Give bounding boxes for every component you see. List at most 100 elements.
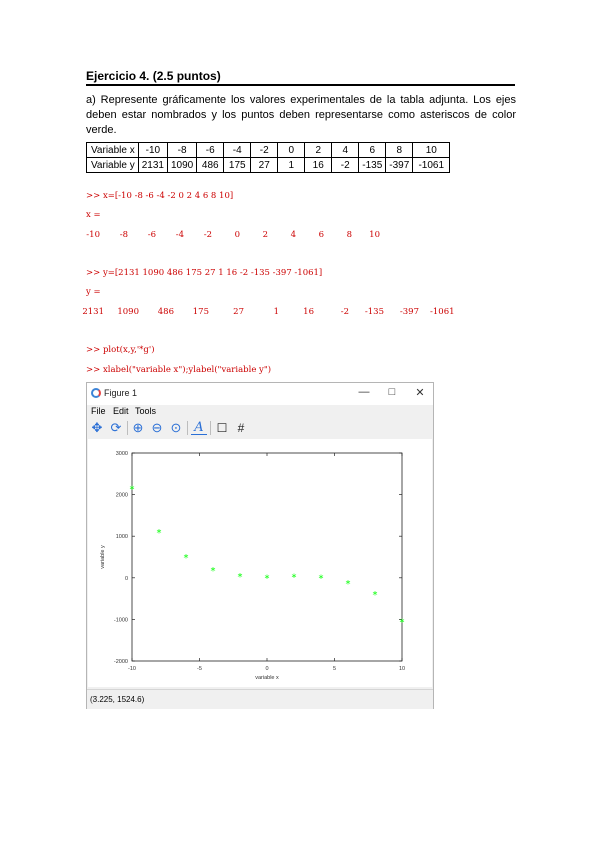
toolbar-separator [187,421,188,435]
table-cell: 2 [304,142,333,158]
table-cell: 486 [196,157,225,173]
title-rule [86,84,515,86]
console-value: -10 [86,230,100,240]
console-value: 1090 [117,307,139,317]
table-cell: -2 [250,142,279,158]
table-row-y: Variable y 2131 1090 486 175 27 1 16 -2 -135 -397… [86,157,451,173]
console-value: 486 [157,307,174,317]
data-point: * [319,573,324,584]
table-cell: 8 [385,142,414,158]
table-cell: 4 [331,142,360,158]
minimize-button[interactable]: — [355,386,373,398]
scatter-plot: -2000 -1000 0 1000 2000 3000 -10 -5 0 5 10 variable… [100,451,405,681]
console-output-y: 2131 1090 486 175 27 1 16 -2 -135 -397 -1061 [82,307,516,319]
table-cell: 1090 [166,157,198,173]
x-tick-label: 10 [399,666,405,672]
axes-box [131,452,403,662]
zoom-reset-icon[interactable]: ⊙ [168,420,184,436]
data-point: * [292,573,297,584]
close-button[interactable]: ✕ [411,386,429,399]
console-command-plot: >> plot(x,y,'*g') [86,345,155,355]
data-point: * [211,566,216,577]
data-point: * [130,485,135,496]
data-point: * [265,573,270,584]
console-value: 0 [234,230,240,240]
table-cell: -4 [223,142,252,158]
table-cell: 10 [412,142,451,158]
figure-canvas[interactable]: -2000 -1000 0 1000 2000 3000 -10 -5 0 5 10 variable… [88,439,432,687]
rotate-icon[interactable]: ⟳ [108,420,124,436]
x-tick-label: 0 [265,666,268,672]
table-cell: -135 [358,157,387,173]
y-tick-label: -2000 [114,659,128,665]
console-output-x: -10 -8 -6 -4 -2 0 2 4 6 8 10 [86,230,406,242]
data-point: * [400,617,405,628]
axes-box-icon[interactable]: ☐ [214,420,230,436]
menu-edit[interactable]: Edit [113,406,129,416]
figure-titlebar: Figure 1 — □ ✕ [87,383,433,405]
console-value: -1061 [430,307,455,317]
exercise-paragraph: a) Represente gráficamente los valores e… [86,94,516,136]
console-value: 16 [303,307,314,317]
table-cell: 175 [223,157,252,173]
console-value: 10 [369,230,380,240]
table-row-x: Variable x -10 -8 -6 -4 -2 0 2 4 6 8 10 [86,142,451,158]
console-value: 27 [233,307,244,317]
console-value: -6 [147,230,156,240]
console-value: 1 [273,307,279,317]
data-point: * [238,572,243,583]
data-point: * [346,579,351,590]
toolbar-separator [127,421,128,435]
console-value: 8 [346,230,352,240]
table-cell: 1 [277,157,306,173]
zoom-out-icon[interactable]: ⊖ [149,420,165,436]
console-command-y: >> y=[2131 1090 486 175 27 1 16 -2 -135 … [86,268,323,278]
figure-menubar: File Edit Tools [87,405,433,419]
text-icon[interactable]: A [191,420,207,435]
x-tick-label: -10 [128,666,136,672]
data-point: * [157,528,162,539]
octave-logo-icon [91,388,101,398]
table-cell: 2131 [137,157,168,173]
resize-grip-icon[interactable]: ⋰ [90,695,431,707]
table-cell: -1061 [412,157,451,173]
figure-window: Figure 1 — □ ✕ File Edit Tools ✥ ⟳ ⊕ ⊖ ⊙… [86,382,434,709]
console-value: -2 [340,307,349,317]
console-output-label-y: y = [86,287,101,297]
table-row-label: Variable y [86,157,139,173]
console-value: -4 [175,230,184,240]
y-tick-label: 0 [125,576,128,582]
y-tick-label: -1000 [114,617,128,623]
exercise-title: Ejercicio 4. (2.5 puntos) [86,69,221,83]
console-value: -135 [364,307,384,317]
x-tick-label: -5 [197,666,202,672]
data-point: * [373,590,378,601]
toolbar-separator [210,421,211,435]
menu-file[interactable]: File [91,406,106,416]
figure-toolbar: ✥ ⟳ ⊕ ⊖ ⊙ A ☐ # [87,419,433,437]
grid-icon[interactable]: # [233,420,249,436]
y-tick-label: 1000 [116,534,128,540]
console-output-label-x: x = [86,210,101,220]
table-cell: -10 [137,142,168,158]
zoom-in-icon[interactable]: ⊕ [130,420,146,436]
console-value: 4 [290,230,296,240]
x-tick-label: 5 [333,666,336,672]
maximize-button[interactable]: □ [383,386,401,398]
y-tick-label: 2000 [116,493,128,499]
figure-title: Figure 1 [104,388,138,398]
console-value: 6 [318,230,324,240]
table-cell: -2 [331,157,360,173]
x-axis-label: variable x [255,675,279,681]
console-command-x: >> x=[-10 -8 -6 -4 -2 0 2 4 6 8 10] [86,191,234,201]
menu-tools[interactable]: Tools [135,406,156,416]
data-table: Variable x -10 -8 -6 -4 -2 0 2 4 6 8 10 Variable y… [86,142,451,173]
console-value: -397 [399,307,419,317]
table-cell: 27 [250,157,279,173]
y-axis-label: variable y [100,545,106,569]
y-tick-label: 3000 [116,451,128,457]
figure-statusbar: (3.225, 1524.6) ⋰ [87,689,433,709]
pan-icon[interactable]: ✥ [89,420,105,436]
console-value: 175 [192,307,209,317]
data-point: * [184,553,189,564]
